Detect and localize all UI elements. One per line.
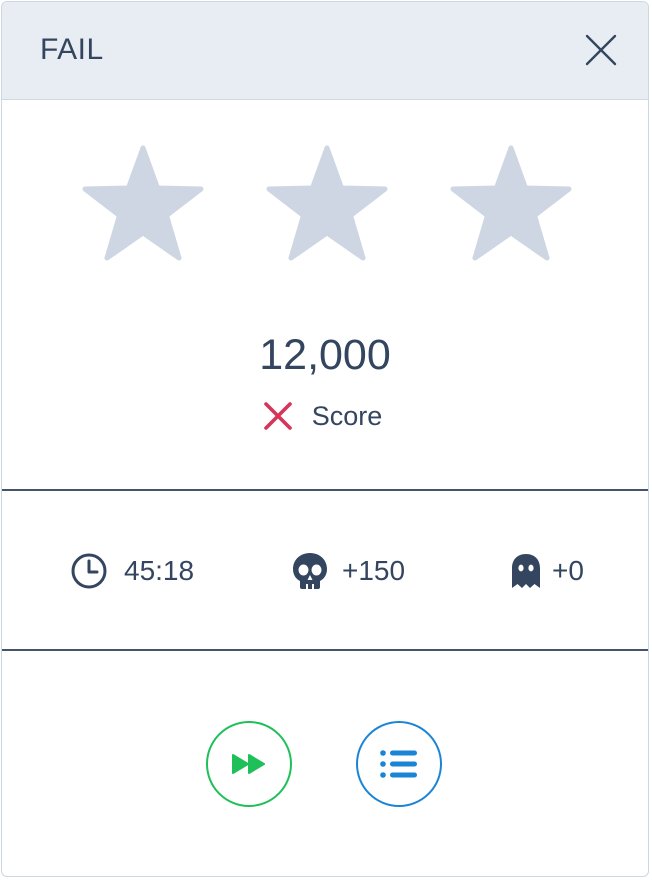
level-list-button[interactable] [356, 721, 442, 807]
result-dialog: FAIL 12,000 Score 45:18 +150 +0 [1, 1, 649, 877]
star-icon [81, 144, 205, 268]
close-button[interactable] [584, 33, 618, 67]
skull-icon [291, 551, 329, 591]
stat-ghosts: +0 [510, 551, 584, 591]
list-icon [380, 750, 417, 778]
time-value: 45:18 [124, 555, 195, 586]
divider [2, 489, 648, 491]
ghosts-value: +0 [552, 555, 584, 586]
close-icon [585, 34, 617, 66]
ghost-icon [510, 552, 542, 590]
fast-forward-icon [232, 754, 265, 774]
continue-button[interactable] [206, 721, 292, 807]
star-icon [265, 144, 389, 268]
score-value: 12,000 [259, 331, 391, 379]
cross-icon [262, 400, 294, 432]
kills-value: +150 [342, 555, 406, 586]
score-status: Score [2, 398, 648, 434]
divider [2, 649, 648, 651]
dialog-header: FAIL [2, 2, 648, 100]
stat-time: 45:18 [70, 551, 194, 591]
stat-kills: +150 [291, 551, 405, 591]
score-label: Score [311, 401, 383, 431]
star-rating [2, 144, 648, 268]
clock-icon [70, 552, 108, 590]
star-icon [449, 144, 573, 268]
dialog-title: FAIL [40, 33, 104, 66]
